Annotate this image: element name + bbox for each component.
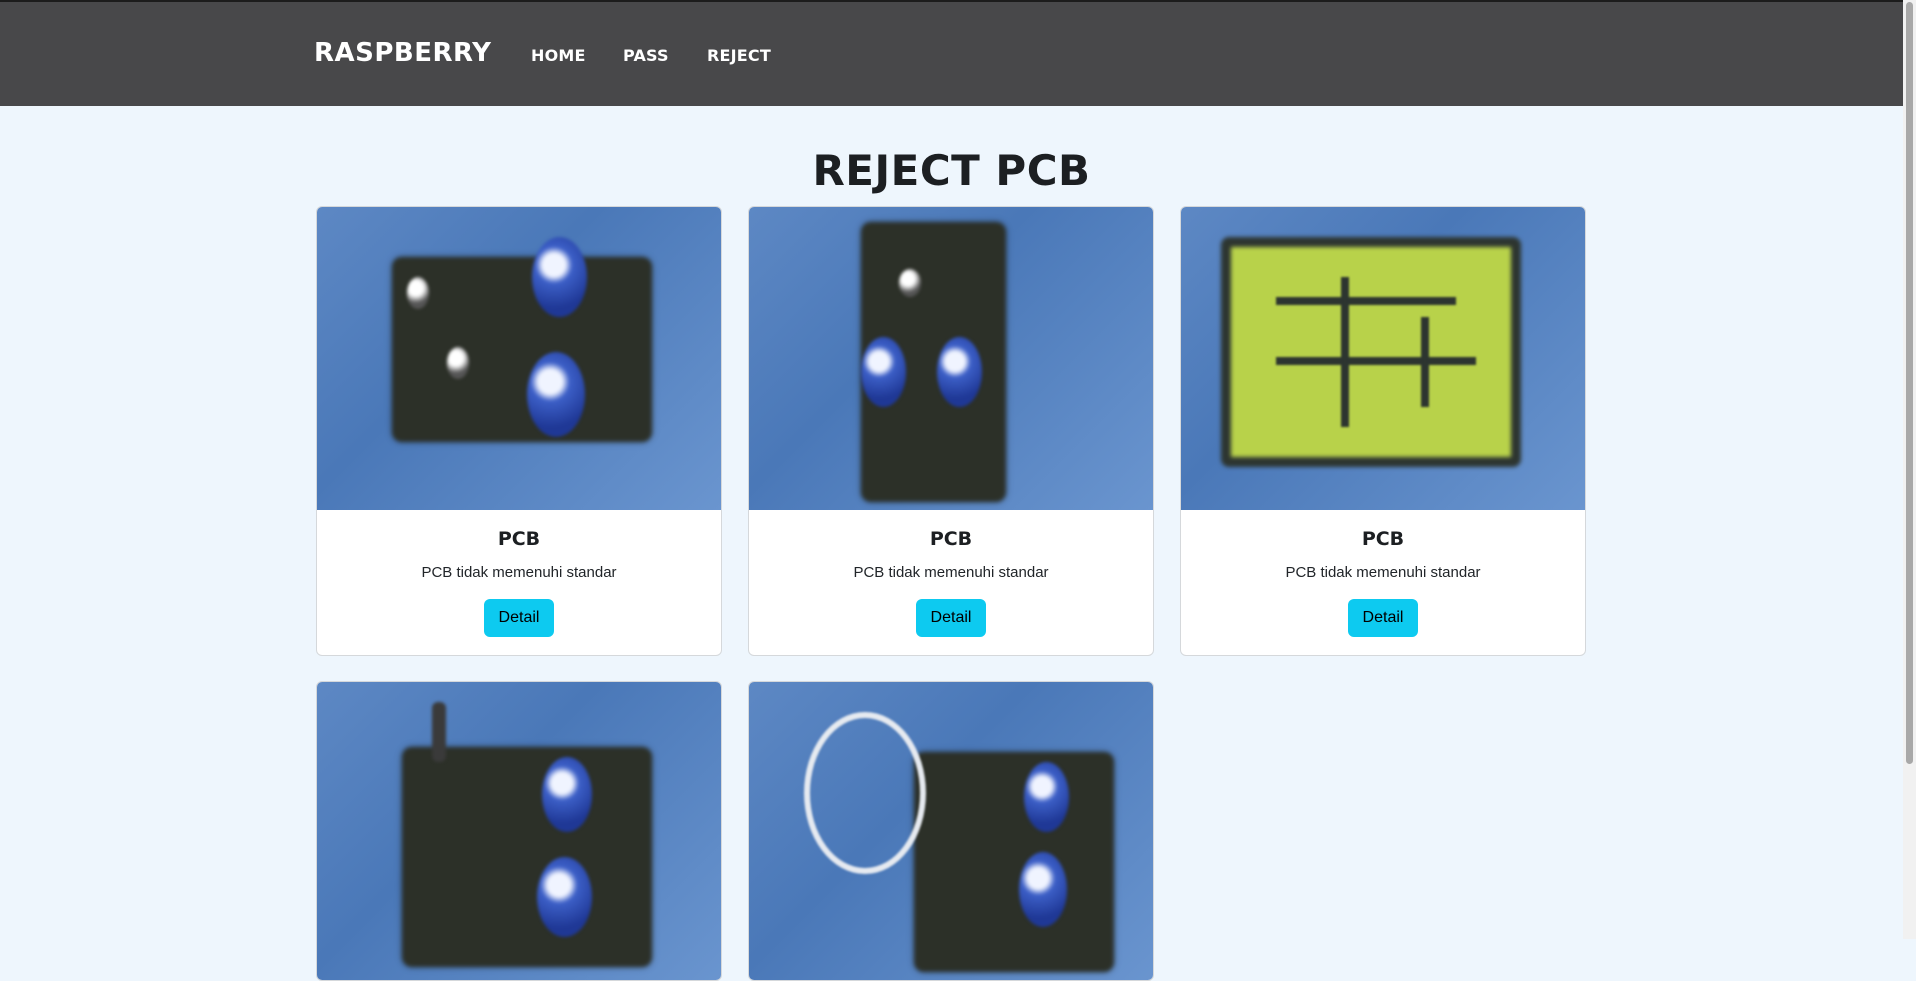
card-title: PCB bbox=[929, 528, 973, 550]
pcb-image bbox=[317, 207, 721, 510]
pcb-card: PCB PCB tidak memenuhi standar Detail bbox=[316, 206, 722, 656]
detail-button[interactable]: Detail bbox=[915, 599, 987, 637]
card-title: PCB bbox=[497, 528, 541, 550]
nav-link-home[interactable]: HOME bbox=[531, 46, 586, 65]
page-title: REJECT PCB bbox=[812, 146, 1091, 195]
pcb-image bbox=[749, 207, 1153, 510]
scrollbar[interactable] bbox=[1903, 0, 1916, 939]
detail-button[interactable]: Detail bbox=[483, 599, 555, 637]
detail-button[interactable]: Detail bbox=[1347, 599, 1419, 637]
nav-link-pass[interactable]: PASS bbox=[623, 46, 669, 65]
card-text: PCB tidak memenuhi standar bbox=[421, 564, 617, 581]
card-text: PCB tidak memenuhi standar bbox=[1285, 564, 1481, 581]
pcb-card: PCB PCB tidak memenuhi standar Detail bbox=[748, 206, 1154, 656]
brand-link[interactable]: RASPBERRY bbox=[314, 38, 491, 68]
card-text: PCB tidak memenuhi standar bbox=[853, 564, 1049, 581]
card-body: PCB PCB tidak memenuhi standar Detail bbox=[1181, 510, 1585, 637]
nav-link-reject[interactable]: REJECT bbox=[707, 46, 771, 65]
card-body: PCB PCB tidak memenuhi standar Detail bbox=[749, 510, 1153, 637]
pcb-card bbox=[748, 681, 1154, 981]
navbar: RASPBERRY HOME PASS REJECT bbox=[0, 0, 1903, 106]
pcb-image bbox=[749, 682, 1153, 980]
pcb-image bbox=[317, 682, 721, 980]
card-title: PCB bbox=[1361, 528, 1405, 550]
card-body: PCB PCB tidak memenuhi standar Detail bbox=[317, 510, 721, 637]
pcb-image bbox=[1181, 207, 1585, 510]
scrollbar-thumb[interactable] bbox=[1906, 2, 1913, 764]
pcb-card bbox=[316, 681, 722, 981]
pcb-card: PCB PCB tidak memenuhi standar Detail bbox=[1180, 206, 1586, 656]
